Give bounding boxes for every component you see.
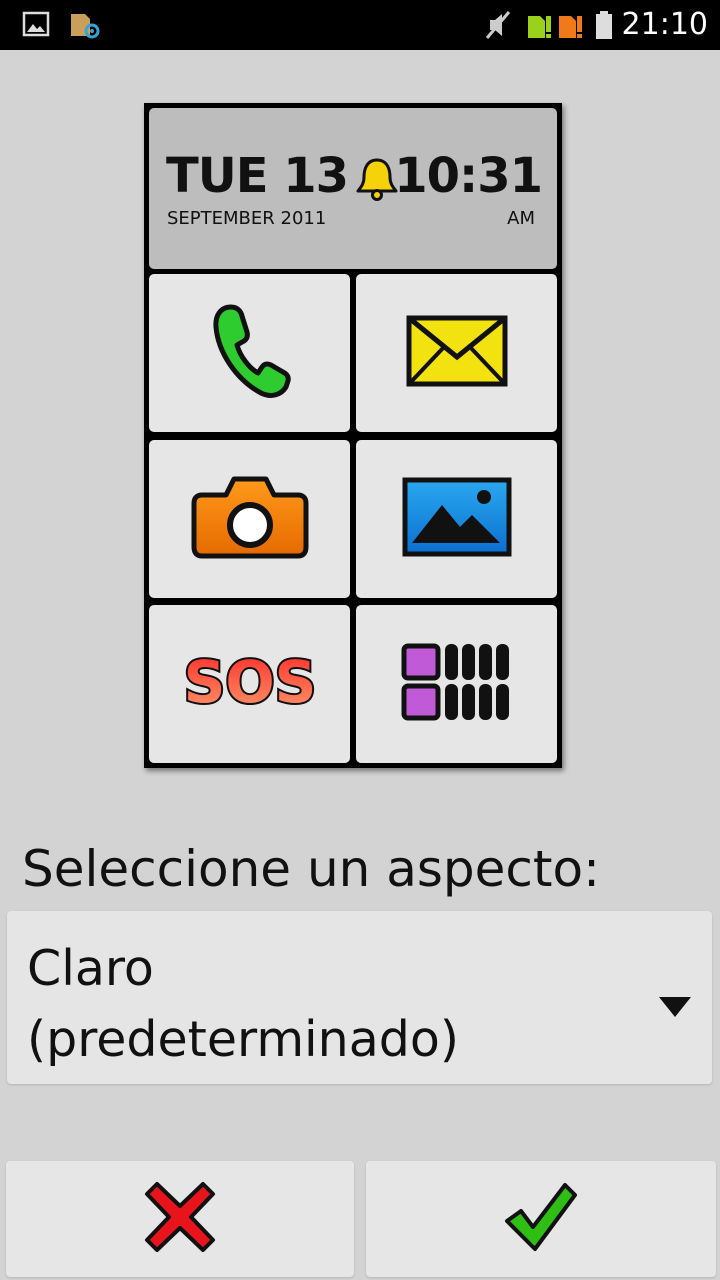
- apps-grid-icon: [401, 642, 513, 726]
- theme-select-label: Seleccione un aspecto:: [22, 840, 600, 898]
- sos-text: SOS: [185, 648, 315, 716]
- preview-time: 10:31: [394, 148, 543, 204]
- apps-tile: [356, 605, 557, 763]
- gallery-notification-icon: [22, 10, 50, 42]
- cancel-button[interactable]: [6, 1161, 354, 1277]
- status-bar: 21:10: [0, 0, 720, 50]
- theme-value-line2: (predeterminado): [27, 1011, 459, 1068]
- preview-header: TUE 13 SEPTEMBER 2011 10:31 AM: [149, 108, 557, 269]
- gallery-tile: [356, 440, 557, 598]
- alarm-bell-icon: [354, 157, 400, 205]
- theme-dropdown[interactable]: Claro (predeterminado): [7, 911, 712, 1084]
- camera-tile: [149, 440, 350, 598]
- envelope-icon: [406, 315, 508, 391]
- status-clock: 21:10: [621, 7, 708, 42]
- sos-tile: SOS: [149, 605, 350, 763]
- phone-icon: [209, 301, 291, 405]
- camera-icon: [190, 473, 310, 565]
- preview-date: TUE 13: [166, 148, 349, 204]
- green-check-icon: [503, 1181, 579, 1257]
- message-tile: [356, 274, 557, 432]
- theme-preview: TUE 13 SEPTEMBER 2011 10:31 AM SOS: [144, 103, 562, 768]
- confirm-button[interactable]: [366, 1161, 716, 1277]
- red-x-icon: [143, 1180, 217, 1258]
- preview-ampm: AM: [507, 208, 535, 229]
- battery-icon: [594, 10, 614, 44]
- sim1-signal-icon: [526, 10, 554, 44]
- sd-card-settings-icon: [68, 10, 102, 44]
- phone-tile: [149, 274, 350, 432]
- theme-dropdown-value: Claro (predeterminado): [27, 933, 627, 1075]
- preview-month-year: SEPTEMBER 2011: [167, 208, 327, 229]
- mute-icon: [484, 10, 512, 44]
- dropdown-arrow-icon: [658, 995, 692, 1023]
- theme-value-line1: Claro: [27, 940, 154, 997]
- sim2-signal-icon: [557, 10, 585, 44]
- picture-icon: [402, 477, 512, 561]
- sos-icon: SOS: [181, 646, 318, 722]
